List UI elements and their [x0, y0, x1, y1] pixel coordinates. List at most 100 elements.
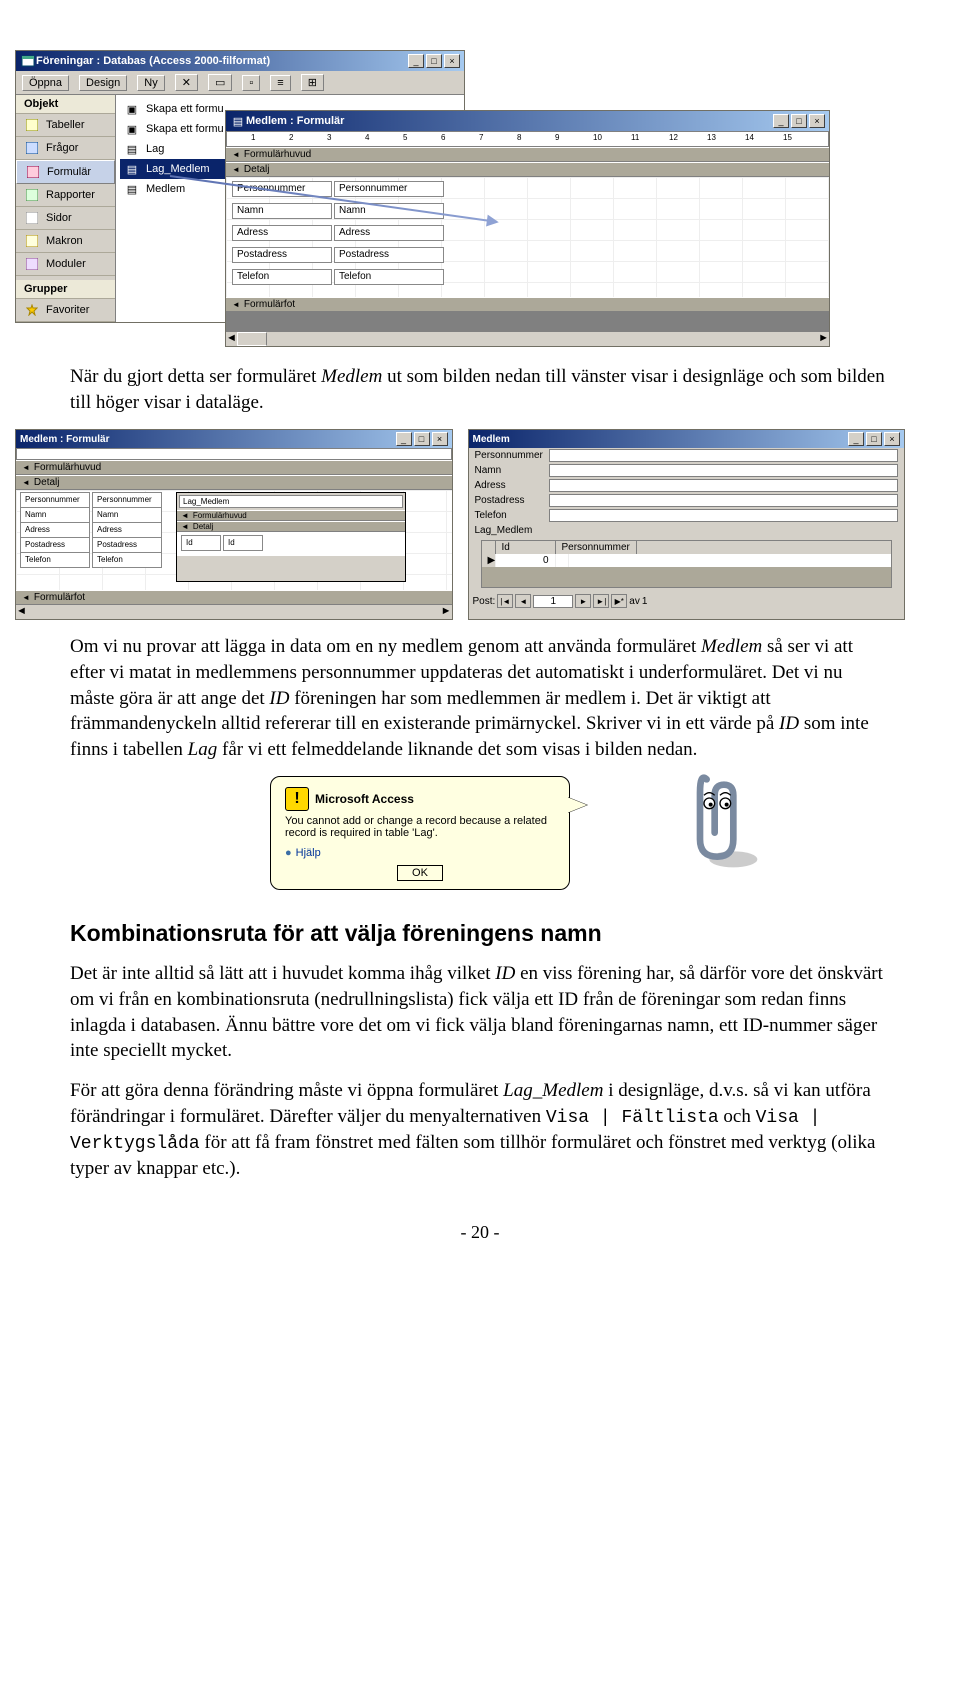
- form-object-icon: ▤: [124, 161, 140, 177]
- sidebar-item-macros[interactable]: Makron: [16, 230, 115, 253]
- medlem-form-dataview: Medlem_□× PersonnummerNamnAdressPostadre…: [468, 429, 906, 620]
- close-button[interactable]: ×: [432, 432, 448, 446]
- nav-prev-button[interactable]: ◄: [515, 594, 531, 608]
- db-titlebar: Föreningar : Databas (Access 2000-filfor…: [16, 51, 464, 71]
- wizard-icon: ▣: [124, 101, 140, 117]
- new-button[interactable]: Ny: [137, 75, 164, 91]
- data-field-namn: Namn: [469, 463, 905, 478]
- nav-new-button[interactable]: ▶*: [611, 594, 627, 608]
- delete-button[interactable]: ✕: [175, 74, 198, 91]
- cell-personnummer[interactable]: [556, 554, 569, 567]
- office-assistant-message: ! Microsoft Access You cannot add or cha…: [270, 776, 690, 890]
- horizontal-ruler: 123456789101112131415: [226, 131, 829, 147]
- view-details-button[interactable]: ⊞: [301, 74, 324, 91]
- access-form-design-window: ▤ Medlem : Formulär _ □ × 12345678910111…: [225, 110, 830, 347]
- data-field-telefon: Telefon: [469, 508, 905, 523]
- form-design-surface[interactable]: PersonnummerPersonnummerNamnNamnAdressAd…: [16, 490, 452, 590]
- paragraph-3: Det är inte alltid så lätt att i huvudet…: [70, 961, 890, 1064]
- subform-lag-medlem: IdPersonnummer ▶0: [481, 540, 893, 588]
- horizontal-scrollbar[interactable]: ◄►: [16, 605, 452, 619]
- column-id[interactable]: Id: [496, 541, 556, 554]
- sidebar-item-reports[interactable]: Rapporter: [16, 184, 115, 207]
- field-binding[interactable]: Telefon: [334, 269, 444, 285]
- screenshot-design-vs-data: Medlem : Formulär_□× Formulärhuvud Detal…: [15, 429, 905, 620]
- nav-last-button[interactable]: ►|: [593, 594, 609, 608]
- query-icon: [24, 140, 40, 156]
- report-icon: [24, 187, 40, 203]
- data-field-adress: Adress: [469, 478, 905, 493]
- form-field-telefon[interactable]: TelefonTelefon: [232, 269, 444, 285]
- band-detail[interactable]: Detalj: [226, 162, 829, 177]
- design-button[interactable]: Design: [79, 75, 127, 91]
- form-field-postadress[interactable]: PostadressPostadress: [232, 247, 444, 263]
- page-number: - 20 -: [70, 1222, 890, 1243]
- record-navigator: Post: |◄ ◄ 1 ► ►| ▶* av 1: [469, 592, 905, 610]
- band-header[interactable]: Formulärhuvud: [226, 147, 829, 162]
- message-balloon: ! Microsoft Access You cannot add or cha…: [270, 776, 570, 890]
- paragraph-4: För att göra denna förändring måste vi ö…: [70, 1078, 890, 1182]
- sidebar-groups-header: Grupper: [16, 280, 115, 299]
- band-header[interactable]: Formulärhuvud: [16, 460, 452, 475]
- sidebar-header: Objekt: [16, 95, 115, 114]
- view-small-button[interactable]: ▫: [242, 75, 260, 91]
- clippy-icon: [680, 766, 760, 856]
- toolbar-open-label: Öppna: [29, 77, 62, 89]
- minimize-button[interactable]: _: [773, 114, 789, 128]
- open-button[interactable]: Öppna: [22, 75, 69, 91]
- db-object-sidebar: Objekt Tabeller Frågor Formulär Rapporte…: [16, 95, 116, 322]
- minimize-button[interactable]: _: [396, 432, 412, 446]
- wizard-icon: ▣: [124, 121, 140, 137]
- close-button[interactable]: ×: [444, 54, 460, 68]
- screenshot-db-and-form: Föreningar : Databas (Access 2000-filfor…: [15, 50, 835, 350]
- view-list-button[interactable]: ≡: [270, 75, 290, 91]
- favorites-icon: [24, 302, 40, 318]
- form-titlebar: ▤ Medlem : Formulär _ □ ×: [226, 111, 829, 131]
- input-adress[interactable]: [549, 479, 899, 492]
- ok-button[interactable]: OK: [397, 865, 443, 881]
- cell-id[interactable]: 0: [496, 554, 556, 567]
- sidebar-item-favorites[interactable]: Favoriter: [16, 299, 115, 322]
- band-detail[interactable]: Detalj: [16, 475, 452, 490]
- toolbar-new-label: Ny: [144, 77, 157, 89]
- input-personnummer[interactable]: [549, 449, 899, 462]
- data-field-postadress: Postadress: [469, 493, 905, 508]
- column-personnummer[interactable]: Personnummer: [556, 541, 637, 554]
- maximize-button[interactable]: □: [791, 114, 807, 128]
- input-telefon[interactable]: [549, 509, 899, 522]
- db-icon: [20, 53, 36, 69]
- nav-next-button[interactable]: ►: [575, 594, 591, 608]
- close-button[interactable]: ×: [884, 432, 900, 446]
- nav-first-button[interactable]: |◄: [497, 594, 513, 608]
- field-binding[interactable]: Adress: [334, 225, 444, 241]
- sidebar-item-pages[interactable]: Sidor: [16, 207, 115, 230]
- form-field-adress[interactable]: AdressAdress: [232, 225, 444, 241]
- close-button[interactable]: ×: [809, 114, 825, 128]
- field-label: Namn: [232, 203, 332, 219]
- horizontal-scrollbar[interactable]: ◄►: [226, 332, 829, 346]
- form-icon: [25, 164, 41, 180]
- sidebar-item-modules[interactable]: Moduler: [16, 253, 115, 276]
- maximize-button[interactable]: □: [414, 432, 430, 446]
- form-window-icon: ▤: [230, 113, 246, 129]
- maximize-button[interactable]: □: [426, 54, 442, 68]
- field-label: Adress: [232, 225, 332, 241]
- db-title: Föreningar : Databas (Access 2000-filfor…: [36, 55, 406, 67]
- sidebar-item-forms[interactable]: Formulär: [16, 160, 115, 184]
- band-footer[interactable]: Formulärfot: [16, 590, 452, 605]
- band-footer[interactable]: Formulärfot: [226, 297, 829, 312]
- error-message: You cannot add or change a record becaus…: [285, 815, 555, 839]
- field-binding[interactable]: Personnummer: [334, 181, 444, 197]
- data-field-personnummer: Personnummer: [469, 448, 905, 463]
- minimize-button[interactable]: _: [848, 432, 864, 446]
- maximize-button[interactable]: □: [866, 432, 882, 446]
- input-namn[interactable]: [549, 464, 899, 477]
- field-binding[interactable]: Postadress: [334, 247, 444, 263]
- subform-container[interactable]: Lag_MedlemFormulärhuvudDetaljIdId: [176, 492, 406, 582]
- sidebar-item-tables[interactable]: Tabeller: [16, 114, 115, 137]
- help-link[interactable]: Hjälp: [285, 847, 555, 859]
- view-large-button[interactable]: ▭: [208, 74, 232, 91]
- minimize-button[interactable]: _: [408, 54, 424, 68]
- nav-record-input[interactable]: 1: [533, 595, 573, 608]
- input-postadress[interactable]: [549, 494, 899, 507]
- sidebar-item-queries[interactable]: Frågor: [16, 137, 115, 160]
